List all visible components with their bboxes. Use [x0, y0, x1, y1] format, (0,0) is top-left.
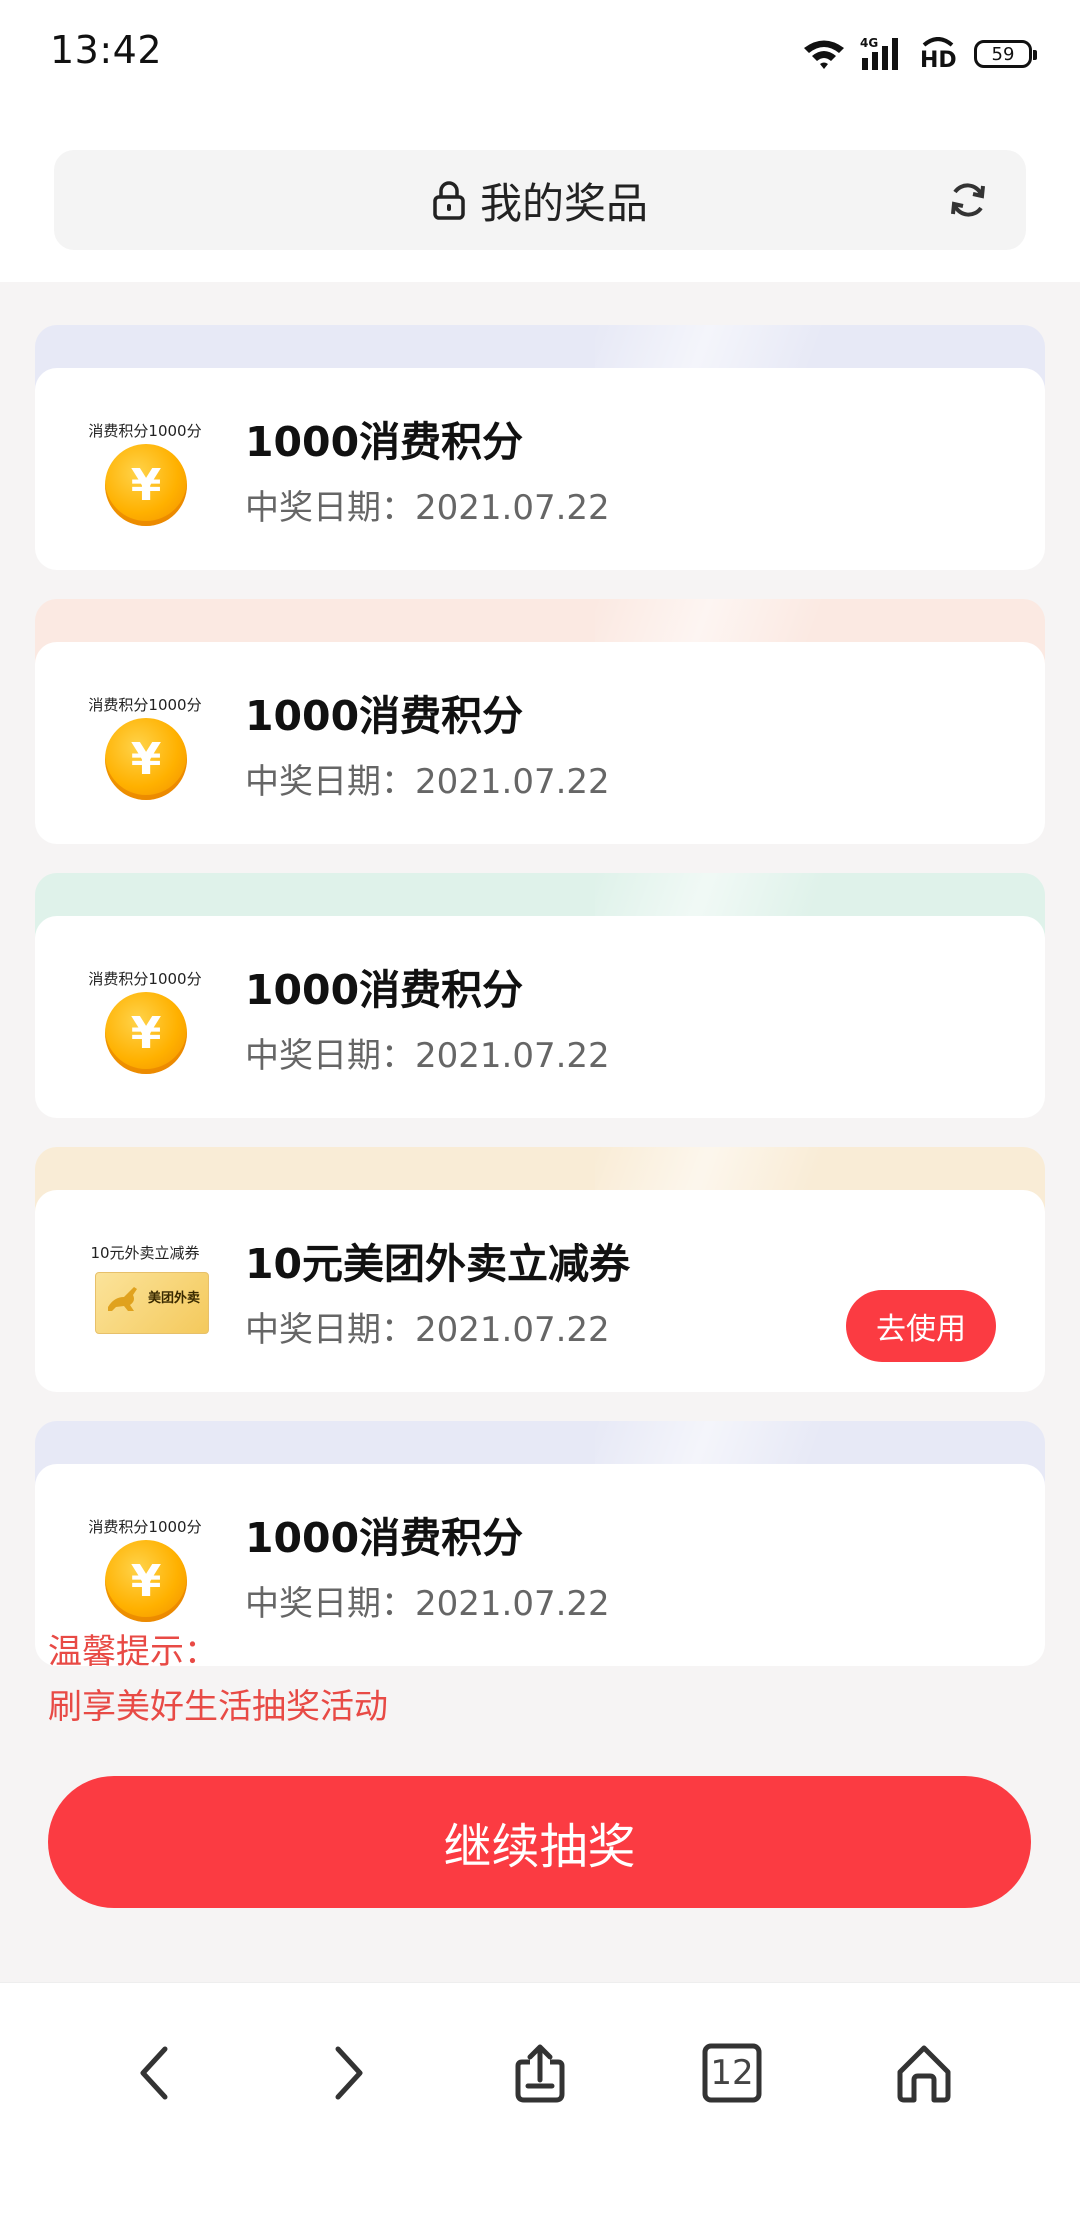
- kangaroo-icon: [108, 1287, 137, 1311]
- browser-nav-bar: 12: [0, 1982, 1080, 2233]
- thumbnail-label: 消费积分1000分: [88, 970, 202, 988]
- prize-thumbnail: 消费积分1000分 ¥: [85, 682, 205, 812]
- prize-date: 中奖日期：2021.07.22: [245, 1036, 610, 1076]
- thumbnail-label: 消费积分1000分: [88, 422, 202, 440]
- battery-level: 59: [991, 43, 1015, 65]
- coin-icon: ¥: [105, 444, 187, 526]
- page-title: 我的奖品: [479, 178, 648, 228]
- voucher-icon: 美团外卖: [95, 1272, 209, 1334]
- status-icons: 4G HD 59: [802, 30, 1037, 78]
- chevron-left-icon: [140, 2046, 168, 2100]
- prize-title: 10元美团外卖立减券: [245, 1240, 631, 1288]
- network-type-label: 4G: [860, 36, 878, 50]
- use-button[interactable]: 去使用: [846, 1290, 996, 1362]
- back-button[interactable]: [115, 2033, 195, 2113]
- cellular-signal-icon: 4G: [860, 36, 898, 70]
- prize-thumbnail: 消费积分1000分 ¥: [85, 408, 205, 538]
- tab-count: 12: [710, 2053, 754, 2093]
- prize-card-body: 消费积分1000分 ¥ 1000消费积分 中奖日期：2021.07.22: [35, 916, 1045, 1118]
- prize-date: 中奖日期：2021.07.22: [245, 1584, 610, 1624]
- prize-card-body: 消费积分1000分 ¥ 1000消费积分 中奖日期：2021.07.22: [35, 642, 1045, 844]
- prize-card-body: 消费积分1000分 ¥ 1000消费积分 中奖日期：2021.07.22: [35, 368, 1045, 570]
- voucher-brand: 美团外卖: [147, 1291, 200, 1306]
- prize-title: 1000消费积分: [245, 692, 524, 740]
- refresh-icon[interactable]: [948, 180, 988, 220]
- status-time: 13:42: [50, 28, 163, 72]
- thumbnail-label: 10元外卖立减券: [90, 1244, 200, 1262]
- lock-icon: [433, 181, 465, 220]
- tips-heading: 温馨提示：: [48, 1632, 218, 1672]
- prize-card-body: 10元外卖立减券 美团外卖 10元美团外卖立减券 中奖日期：2021.07.22…: [35, 1190, 1045, 1392]
- browser-toolbar: 我的奖品: [0, 110, 1080, 282]
- tabs-button[interactable]: 12: [692, 2033, 772, 2113]
- prize-date: 中奖日期：2021.07.22: [245, 488, 610, 528]
- prize-card[interactable]: 消费积分1000分 ¥ 1000消费积分 中奖日期：2021.07.22: [35, 325, 1045, 570]
- prize-date: 中奖日期：2021.07.22: [245, 762, 610, 802]
- hd-label: HD: [920, 48, 957, 71]
- home-icon: [897, 2045, 951, 2103]
- share-button[interactable]: [500, 2033, 580, 2113]
- tips-text: 刷享美好生活抽奖活动: [48, 1687, 388, 1727]
- chevron-right-icon: [335, 2046, 363, 2100]
- warm-tips: 温馨提示： 刷享美好生活抽奖活动: [48, 1625, 388, 1735]
- page-title-wrap: 我的奖品: [54, 150, 1026, 250]
- prize-title: 1000消费积分: [245, 1514, 524, 1562]
- prize-list-area: 消费积分1000分 ¥ 1000消费积分 中奖日期：2021.07.22 消费积…: [0, 282, 1080, 1982]
- prize-thumbnail: 10元外卖立减券 美团外卖: [85, 1230, 209, 1360]
- prize-thumbnail: 消费积分1000分 ¥: [85, 1504, 205, 1634]
- prize-date: 中奖日期：2021.07.22: [245, 1310, 610, 1350]
- prize-thumbnail: 消费积分1000分 ¥: [85, 956, 205, 1086]
- thumbnail-label: 消费积分1000分: [88, 1518, 202, 1536]
- home-button[interactable]: [884, 2033, 964, 2113]
- prize-card[interactable]: 消费积分1000分 ¥ 1000消费积分 中奖日期：2021.07.22: [35, 873, 1045, 1118]
- prize-title: 1000消费积分: [245, 966, 524, 1014]
- forward-button[interactable]: [308, 2033, 388, 2113]
- wifi-icon: [804, 40, 844, 69]
- coin-icon: ¥: [105, 992, 187, 1074]
- prize-card[interactable]: 消费积分1000分 ¥ 1000消费积分 中奖日期：2021.07.22: [35, 599, 1045, 844]
- battery-icon: 59: [974, 40, 1037, 68]
- thumbnail-label: 消费积分1000分: [88, 696, 202, 714]
- share-icon: [515, 2044, 565, 2103]
- coin-icon: ¥: [105, 718, 187, 800]
- status-bar: 13:42 4G HD 59: [0, 0, 1080, 110]
- prize-card[interactable]: 10元外卖立减券 美团外卖 10元美团外卖立减券 中奖日期：2021.07.22…: [35, 1147, 1045, 1392]
- continue-draw-button[interactable]: 继续抽奖: [48, 1776, 1031, 1908]
- coin-icon: ¥: [105, 1540, 187, 1622]
- prize-title: 1000消费积分: [245, 418, 524, 466]
- address-bar[interactable]: 我的奖品: [54, 150, 1026, 250]
- hd-voice-icon: HD: [920, 37, 957, 71]
